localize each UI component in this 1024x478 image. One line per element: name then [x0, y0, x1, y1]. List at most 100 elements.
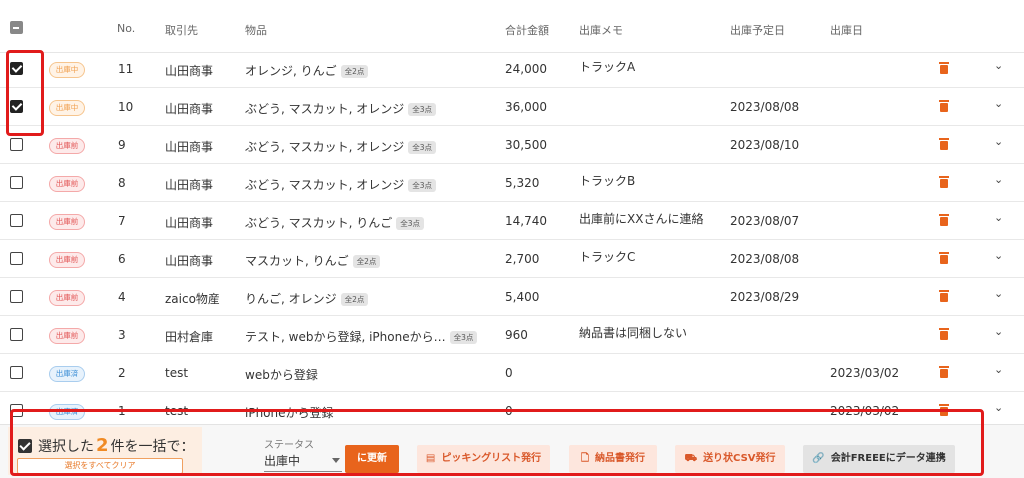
- row-checkbox[interactable]: [10, 290, 23, 303]
- row-checkbox[interactable]: [10, 252, 23, 265]
- row-checkbox[interactable]: [10, 62, 23, 75]
- row-planned-date: 2023/08/07: [730, 214, 800, 228]
- row-partner: test: [165, 404, 189, 418]
- status-badge: 出庫前: [49, 290, 85, 306]
- row-checkbox[interactable]: [10, 100, 23, 113]
- row-no: 9: [118, 138, 126, 152]
- trash-icon[interactable]: [939, 214, 949, 226]
- chevron-down-icon[interactable]: ⌄: [994, 363, 1003, 376]
- table-row[interactable]: 出庫済 2 test webから登録 0 2023/03/02 ⌄: [0, 354, 1024, 392]
- selection-checkbox[interactable]: [18, 439, 32, 453]
- picking-list-label: ピッキングリスト発行: [441, 453, 542, 464]
- status-badge: 出庫済: [49, 366, 85, 382]
- row-memo: 出庫前にXXさんに連絡: [579, 212, 704, 226]
- status-badge: 出庫前: [49, 138, 85, 154]
- table-row[interactable]: 出庫前 7 山田商事 ぶどう, マスカット, りんご 全3点 14,740 出庫前にXXさん…: [0, 202, 1024, 240]
- trash-icon[interactable]: [939, 328, 949, 340]
- row-partner: 山田商事: [165, 216, 214, 230]
- row-items: りんご, オレンジ 全2点: [245, 290, 369, 307]
- trash-icon[interactable]: [939, 404, 949, 416]
- status-badge: 出庫前: [49, 328, 85, 344]
- table-row[interactable]: 出庫前 9 山田商事 ぶどう, マスカット, オレンジ 全3点 30,500 2023/08…: [0, 126, 1024, 164]
- freee-sync-label: 会計FREEEにデータ連携: [830, 453, 946, 464]
- status-badge: 出庫中: [49, 100, 85, 116]
- table-row[interactable]: 出庫前 6 山田商事 マスカット, りんご 全2点 2,700 トラックC 2023/08/0…: [0, 240, 1024, 278]
- row-items: webから登録: [245, 366, 318, 383]
- item-count-badge: 全3点: [449, 331, 478, 344]
- item-count-badge: 全3点: [408, 103, 437, 116]
- row-checkbox[interactable]: [10, 214, 23, 227]
- row-checkbox[interactable]: [10, 138, 23, 151]
- row-total: 24,000: [505, 62, 547, 76]
- row-no: 3: [118, 328, 126, 342]
- chevron-down-icon[interactable]: ⌄: [994, 97, 1003, 110]
- row-no: 10: [118, 100, 134, 114]
- row-items: iPhoneから登録: [245, 404, 334, 421]
- header-partner: 取引先: [165, 24, 198, 37]
- chevron-down-icon[interactable]: ⌄: [994, 211, 1003, 224]
- row-items-text: テスト, webから登録, iPhoneから…: [245, 330, 446, 344]
- trash-icon[interactable]: [939, 366, 949, 378]
- item-count-badge: 全3点: [408, 179, 437, 192]
- table-row[interactable]: 出庫前 4 zaico物産 りんご, オレンジ 全2点 5,400 2023/08/29 ⌄: [0, 278, 1024, 316]
- row-partner: 山田商事: [165, 178, 214, 192]
- chevron-down-icon: [332, 458, 340, 463]
- table-header: No. 取引先 物品 合計金額 出庫メモ 出庫予定日 出庫日: [0, 0, 1024, 53]
- row-partner: zaico物産: [165, 292, 220, 306]
- table-row[interactable]: 出庫前 8 山田商事 ぶどう, マスカット, オレンジ 全3点 5,320 トラックB ⌄: [0, 164, 1024, 202]
- table-row[interactable]: 出庫中 10 山田商事 ぶどう, マスカット, オレンジ 全3点 36,000 2023/0…: [0, 88, 1024, 126]
- row-total: 0: [505, 404, 513, 418]
- clear-selection-button[interactable]: 選択をすべてクリア: [17, 458, 183, 474]
- row-total: 5,320: [505, 176, 540, 190]
- row-total: 14,740: [505, 214, 547, 228]
- trash-icon[interactable]: [939, 176, 949, 188]
- chevron-down-icon[interactable]: ⌄: [994, 401, 1003, 414]
- invoice-button[interactable]: 🗋 納品書発行: [569, 445, 657, 473]
- row-items-text: webから登録: [245, 368, 318, 382]
- chevron-down-icon[interactable]: ⌄: [994, 325, 1003, 338]
- chevron-down-icon[interactable]: ⌄: [994, 173, 1003, 186]
- chevron-down-icon[interactable]: ⌄: [994, 135, 1003, 148]
- row-checkbox[interactable]: [10, 404, 23, 417]
- row-items: マスカット, りんご 全2点: [245, 252, 381, 269]
- selection-text: 選択した 2 件を一括で：: [38, 435, 195, 456]
- row-items: ぶどう, マスカット, オレンジ 全3点: [245, 138, 437, 155]
- selection-suffix: 件を一括で：: [110, 439, 195, 455]
- chevron-down-icon[interactable]: ⌄: [994, 287, 1003, 300]
- row-checkbox[interactable]: [10, 366, 23, 379]
- item-count-badge: 全2点: [340, 65, 369, 78]
- row-items-text: iPhoneから登録: [245, 406, 334, 420]
- trash-icon[interactable]: [939, 252, 949, 264]
- trash-icon[interactable]: [939, 100, 949, 112]
- item-count-badge: 全2点: [352, 255, 381, 268]
- item-count-badge: 全2点: [340, 293, 369, 306]
- status-badge: 出庫前: [49, 214, 85, 230]
- table-row[interactable]: 出庫前 3 田村倉庫 テスト, webから登録, iPhoneから… 全3点 960 納品書…: [0, 316, 1024, 354]
- select-all-checkbox[interactable]: [10, 21, 23, 34]
- row-total: 30,500: [505, 138, 547, 152]
- row-checkbox[interactable]: [10, 176, 23, 189]
- row-items: ぶどう, マスカット, りんご 全3点: [245, 214, 425, 231]
- trash-icon[interactable]: [939, 138, 949, 150]
- status-badge: 出庫前: [49, 252, 85, 268]
- row-checkbox[interactable]: [10, 328, 23, 341]
- header-planned-date: 出庫予定日: [730, 24, 785, 37]
- row-total: 36,000: [505, 100, 547, 114]
- table-row[interactable]: 出庫中 11 山田商事 オレンジ, りんご 全2点 24,000 トラックA ⌄: [0, 50, 1024, 88]
- status-select[interactable]: 出庫中: [264, 452, 342, 472]
- shipping-csv-button[interactable]: ⛟ 送り状CSV発行: [675, 445, 785, 473]
- chevron-down-icon[interactable]: ⌄: [994, 59, 1003, 72]
- row-items: ぶどう, マスカット, オレンジ 全3点: [245, 100, 437, 117]
- shipping-csv-label: 送り状CSV発行: [703, 453, 776, 464]
- trash-icon[interactable]: [939, 290, 949, 302]
- header-date: 出庫日: [830, 24, 863, 37]
- freee-sync-button[interactable]: 🔗 会計FREEEにデータ連携: [803, 445, 955, 473]
- header-no: No.: [117, 22, 136, 35]
- row-items-text: ぶどう, マスカット, オレンジ: [245, 140, 405, 154]
- trash-icon[interactable]: [939, 62, 949, 74]
- update-status-button[interactable]: に更新: [345, 445, 399, 473]
- link-icon: 🔗: [812, 453, 825, 464]
- row-date: 2023/03/02: [830, 366, 900, 380]
- picking-list-button[interactable]: ▤ ピッキングリスト発行: [417, 445, 550, 473]
- chevron-down-icon[interactable]: ⌄: [994, 249, 1003, 262]
